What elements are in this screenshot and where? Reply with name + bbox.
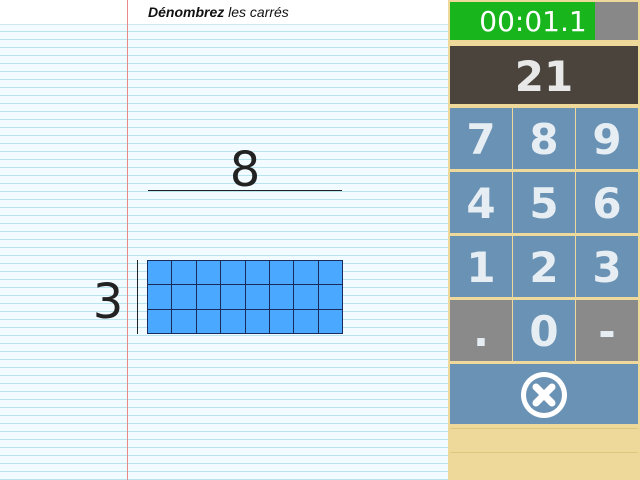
key-8[interactable]: 8 [513,108,575,169]
timer: 00:01.1 [450,2,638,40]
grid-square [172,261,197,286]
top-rule [148,190,342,191]
timer-text: 00:01.1 [479,5,587,38]
rows-count: 3 [92,274,124,330]
close-circle-icon [521,372,567,418]
grid-square [221,261,246,286]
grid-square [269,309,295,334]
columns-count: 8 [229,142,261,198]
instruction-text: Dénombrez les carrés [148,4,289,20]
grid-square [196,309,222,334]
key-7[interactable]: 7 [450,108,512,169]
key-6[interactable]: 6 [576,172,638,233]
answer-display: 21 [450,46,638,104]
key-decimal[interactable]: . [450,300,512,361]
grid-square [245,309,270,334]
key-1[interactable]: 1 [450,236,512,297]
key-4[interactable]: 4 [450,172,512,233]
panel-stripe [450,428,638,449]
grid-square [148,309,173,334]
grid-square [294,261,319,286]
grid-square [148,285,173,310]
key-2[interactable]: 2 [513,236,575,297]
grid-square [245,261,270,286]
grid-square [269,261,295,286]
squares-grid [147,260,343,334]
grid-square [294,309,319,334]
key-9[interactable]: 9 [576,108,638,169]
instruction-bold: Dénombrez [148,4,225,20]
grid-square [318,285,343,310]
clear-button[interactable] [450,364,638,424]
grid-square [269,285,295,310]
grid-square [294,285,319,310]
key-3[interactable]: 3 [576,236,638,297]
instruction-rest: les carrés [224,4,289,20]
grid-square [318,309,343,334]
grid-square [221,285,246,310]
grid-square [148,261,173,286]
key-minus[interactable]: - [576,300,638,361]
grid-square [172,309,197,334]
margin-line [127,0,128,480]
grid-square [196,285,222,310]
side-rule [137,260,138,334]
grid-square [221,309,246,334]
notebook-paper: Dénombrez les carrés 8 3 [0,0,448,480]
grid-square [318,261,343,286]
key-0[interactable]: 0 [513,300,575,361]
key-5[interactable]: 5 [513,172,575,233]
grid-square [172,285,197,310]
grid-square [245,285,270,310]
grid-square [196,261,222,286]
panel-stripe [450,452,638,479]
